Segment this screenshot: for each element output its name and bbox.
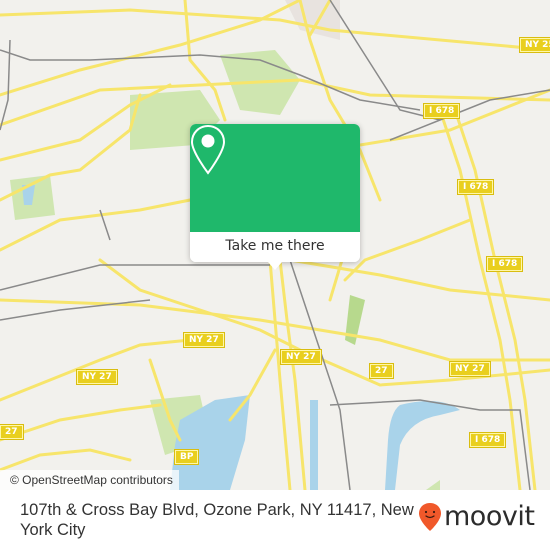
address-text: 107th & Cross Bay Blvd, Ozone Park, NY 1…	[20, 501, 414, 539]
route-shield: NY 25	[520, 38, 550, 52]
route-shield: 27	[370, 364, 393, 378]
route-shield: I 678	[424, 104, 460, 118]
route-shield: BP	[175, 450, 199, 464]
route-shield: NY 27	[281, 350, 321, 364]
map-pin-icon	[190, 124, 226, 175]
urban-area	[285, 0, 340, 40]
map-attribution[interactable]: © OpenStreetMap contributors	[0, 470, 179, 490]
channel-water	[310, 400, 318, 490]
brand-name: moovit	[444, 501, 535, 532]
route-shield: NY 27	[184, 333, 224, 347]
footer: 107th & Cross Bay Blvd, Ozone Park, NY 1…	[0, 490, 550, 550]
park-area	[400, 480, 440, 490]
popup-header	[190, 124, 360, 232]
route-shield: I 678	[487, 257, 523, 271]
route-shield: NY 27	[77, 370, 117, 384]
route-shield: I 678	[458, 180, 494, 194]
map[interactable]: NY 25 I 678 I 678 I 678 NY 27 NY 27 NY 2…	[0, 0, 550, 490]
moovit-logo[interactable]: moovit	[418, 501, 535, 532]
route-shield: NY 27	[450, 362, 490, 376]
location-popup: Take me there	[190, 124, 360, 270]
route-shield: 27	[0, 425, 23, 439]
moovit-pin-icon	[419, 503, 441, 531]
take-me-there-button[interactable]: Take me there	[190, 232, 360, 262]
route-shield: I 678	[470, 433, 506, 447]
basin-water	[385, 401, 460, 490]
popup-pointer	[268, 262, 282, 270]
